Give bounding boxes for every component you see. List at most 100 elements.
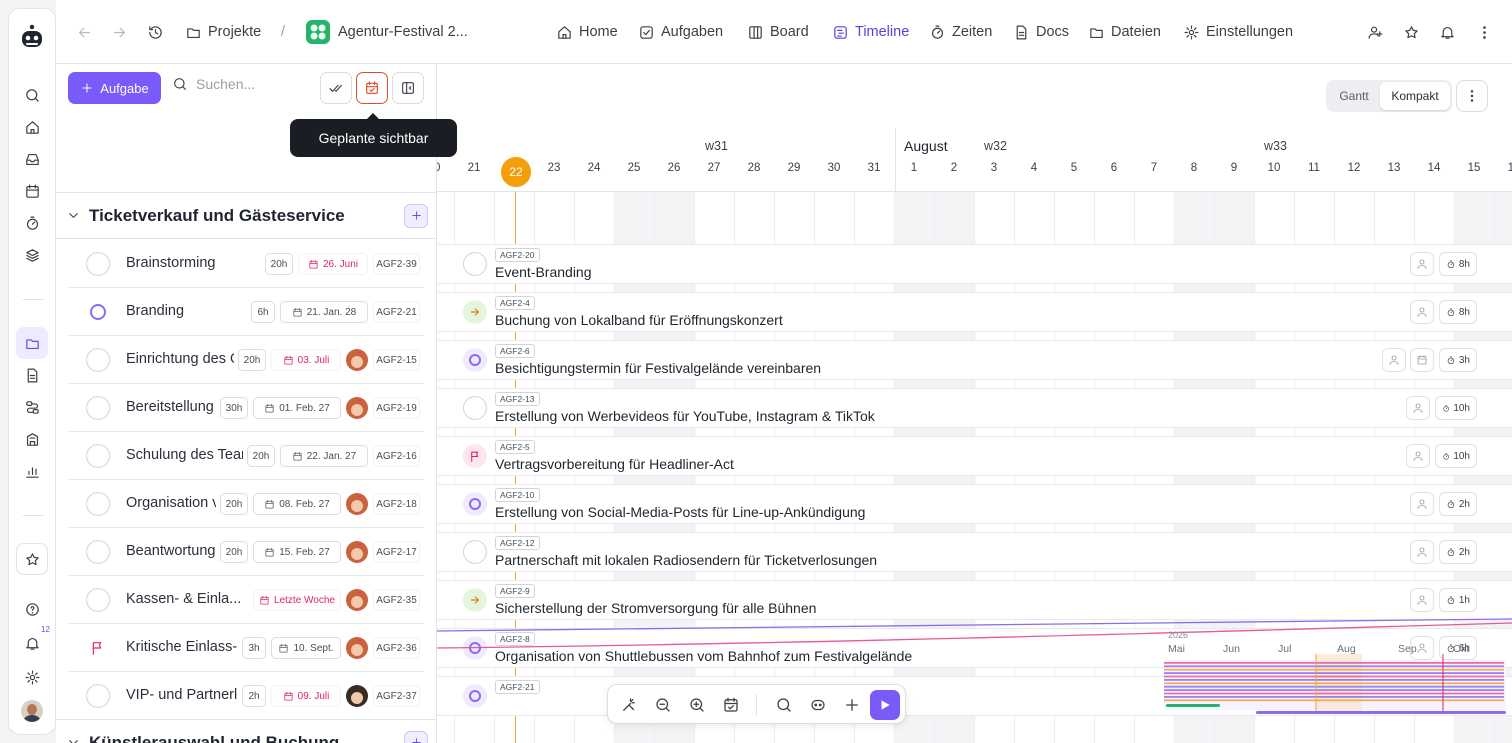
projects-folder-icon[interactable]	[16, 327, 48, 359]
group-add-task-button[interactable]	[404, 203, 428, 228]
estimate-pill[interactable]: 8h	[1439, 300, 1477, 324]
due-date-pill[interactable]: 03. Juli	[271, 349, 341, 371]
timeline-task-bar[interactable]: AGF2-20 Event-Branding 8h	[437, 244, 1512, 284]
more-vertical-icon[interactable]	[1476, 0, 1493, 64]
timeline-task-bar[interactable]: AGF2-10 Erstellung von Social-Media-Posts…	[437, 484, 1512, 524]
status-in-progress-icon[interactable]	[463, 684, 487, 708]
group-header-ticketverkauf[interactable]: Ticketverkauf und Gästeservice	[56, 192, 436, 239]
timeline-task-bar[interactable]: AGF2-6 Besichtigungstermin für Festivalge…	[437, 340, 1512, 380]
estimate-pill[interactable]: 6h	[251, 301, 275, 323]
breadcrumb-projects[interactable]: Projekte	[185, 0, 261, 64]
search-icon[interactable]	[769, 690, 799, 720]
estimate-pill[interactable]: 20h	[238, 349, 266, 371]
status-todo-icon[interactable]	[463, 396, 487, 420]
workflow-icon[interactable]	[16, 391, 48, 423]
task-row[interactable]: Einrichtung des On... AGF2-15 03. Juli 20h	[68, 336, 424, 384]
layers-icon[interactable]	[16, 239, 48, 271]
breadcrumb-project[interactable]: Agentur-Festival 2...	[306, 0, 468, 64]
group-add-task-button[interactable]	[404, 730, 428, 743]
timeline-task-bar[interactable]: AGF2-13 Erstellung von Werbevideos für Yo…	[437, 388, 1512, 428]
status-todo-icon[interactable]	[86, 252, 110, 276]
status-flag-icon[interactable]	[86, 636, 110, 660]
due-date-pill[interactable]: Letzte Woche	[253, 589, 341, 611]
assign-user-button[interactable]	[1382, 348, 1406, 372]
estimate-pill[interactable]: 10h	[1435, 396, 1477, 420]
document-icon[interactable]	[16, 359, 48, 391]
schedule-button[interactable]	[1410, 348, 1434, 372]
due-date-pill[interactable]: 21. Jan. 28	[280, 301, 368, 323]
assign-user-button[interactable]	[1410, 300, 1434, 324]
status-todo-icon[interactable]	[86, 588, 110, 612]
estimate-pill[interactable]: 20h	[220, 541, 248, 563]
due-date-pill[interactable]: 15. Feb. 27	[253, 541, 341, 563]
search-icon[interactable]	[16, 79, 48, 111]
due-date-pill[interactable]: 26. Juni	[298, 253, 368, 275]
assign-user-button[interactable]	[1406, 396, 1430, 420]
due-date-pill[interactable]: 09. Juli	[271, 685, 341, 707]
add-member-icon[interactable]	[1367, 0, 1384, 64]
task-row[interactable]: Beantwortung v... AGF2-17 15. Feb. 27 20h	[68, 528, 424, 576]
collapse-panel-button[interactable]	[392, 72, 424, 104]
estimate-pill[interactable]: 1h	[1439, 588, 1477, 612]
status-todo-icon[interactable]	[86, 348, 110, 372]
due-date-pill[interactable]: 22. Jan. 27	[280, 445, 368, 467]
show-completed-button[interactable]	[320, 72, 352, 104]
assignee-avatar[interactable]	[346, 397, 368, 419]
due-date-pill[interactable]: 10. Sept.	[271, 637, 341, 659]
star-icon[interactable]	[16, 543, 48, 575]
estimate-pill[interactable]: 2h	[1439, 540, 1477, 564]
task-row[interactable]: VIP- und Partnerlo... AGF2-37 09. Juli 2h	[68, 672, 424, 720]
forward-arrow-icon[interactable]	[111, 0, 128, 64]
status-todo-icon[interactable]	[86, 684, 110, 708]
task-row[interactable]: Branding AGF2-21 21. Jan. 28 6h	[68, 288, 424, 336]
task-row[interactable]: Bereitstellung v... AGF2-19 01. Feb. 27 30h	[68, 384, 424, 432]
chevron-down-icon[interactable]	[66, 735, 81, 743]
task-row[interactable]: Schulung des Teams ... AGF2-16 22. Jan. 27…	[68, 432, 424, 480]
assign-user-button[interactable]	[1410, 588, 1434, 612]
gear-icon[interactable]	[16, 661, 48, 693]
task-row[interactable]: Brainstorming AGF2-39 26. Juni 20h	[68, 240, 424, 288]
help-icon[interactable]	[16, 593, 48, 625]
tab-aufgaben[interactable]: Aufgaben	[638, 0, 723, 64]
assistant-bot-icon[interactable]	[803, 690, 833, 720]
assign-user-button[interactable]	[1410, 252, 1434, 276]
add-task-button[interactable]: Aufgabe	[68, 72, 161, 104]
due-date-pill[interactable]: 01. Feb. 27	[253, 397, 341, 419]
estimate-pill[interactable]: 30h	[220, 397, 248, 419]
due-date-pill[interactable]: 08. Feb. 27	[253, 493, 341, 515]
inbox-icon[interactable]	[16, 143, 48, 175]
estimate-pill[interactable]: 3h	[1439, 348, 1477, 372]
estimate-pill[interactable]: 2h	[242, 685, 266, 707]
estimate-pill[interactable]: 10h	[1435, 444, 1477, 468]
assign-user-button[interactable]	[1406, 444, 1430, 468]
view-compact-button[interactable]: Kompakt	[1380, 82, 1450, 110]
status-in-review-icon[interactable]	[463, 588, 487, 612]
group-header-kuenstlerauswahl[interactable]: Künstlerauswahl und Buchung	[56, 719, 436, 743]
timeline-task-bar[interactable]: AGF2-12 Partnerschaft mit lokalen Radiose…	[437, 532, 1512, 572]
estimate-pill[interactable]: 3h	[242, 637, 266, 659]
status-todo-icon[interactable]	[463, 252, 487, 276]
building-icon[interactable]	[16, 423, 48, 455]
show-scheduled-button[interactable]	[356, 72, 388, 104]
status-todo-icon[interactable]	[86, 492, 110, 516]
status-in-progress-icon[interactable]	[86, 300, 110, 324]
timeline-more-button[interactable]	[1456, 80, 1488, 112]
back-arrow-icon[interactable]	[76, 0, 93, 64]
assignee-avatar[interactable]	[346, 349, 368, 371]
tab-docs[interactable]: Docs	[1013, 0, 1069, 64]
status-todo-icon[interactable]	[86, 396, 110, 420]
timer-icon[interactable]	[16, 207, 48, 239]
app-logo-icon[interactable]	[16, 21, 48, 53]
chevron-down-icon[interactable]	[66, 208, 81, 223]
notification-bell-icon[interactable]	[1439, 0, 1456, 64]
assign-user-button[interactable]	[1410, 492, 1434, 516]
status-todo-icon[interactable]	[86, 444, 110, 468]
zoom-in-icon[interactable]	[682, 690, 712, 720]
task-row[interactable]: Kritische Einlass-... AGF2-36 10. Sept. 3h	[68, 624, 424, 672]
status-in-progress-icon[interactable]	[463, 348, 487, 372]
assignee-avatar[interactable]	[346, 541, 368, 563]
estimate-pill[interactable]: 20h	[247, 445, 275, 467]
assignee-avatar[interactable]	[346, 589, 368, 611]
go-to-today-icon[interactable]	[716, 690, 746, 720]
user-avatar[interactable]	[16, 695, 48, 727]
